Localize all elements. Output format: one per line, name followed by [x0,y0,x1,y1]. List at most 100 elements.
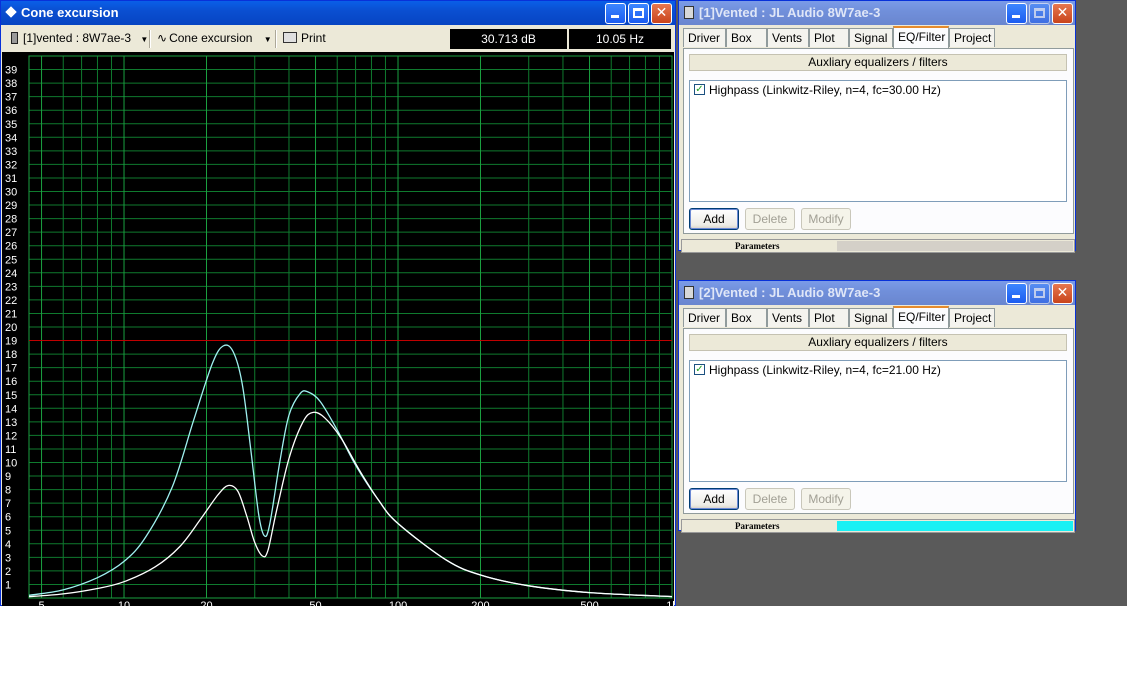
x-tick-label: 100 [389,600,407,606]
close-button[interactable]: ✕ [651,3,672,24]
y-tick-label: 30 [5,187,17,199]
y-tick-label: 16 [5,376,17,388]
minimize-button[interactable] [605,3,626,24]
parameters-progress [837,241,1073,251]
aux-filters-header: Auxliary equalizers / filters [689,334,1067,351]
modify-button: Modify [801,208,851,230]
close-icon: ✕ [1056,285,1069,301]
document-icon [684,6,694,19]
filter-item-label: Highpass (Linkwitz-Riley, n=4, fc=30.00 … [709,83,941,97]
y-tick-label: 26 [5,241,17,253]
plot-type-selector[interactable]: ∿ Cone excursion ▼ [157,31,272,45]
tab-driver[interactable]: Driver [683,308,726,327]
filter-enabled-checkbox[interactable]: ✓ [694,84,705,95]
x-tick-labels: 5 10 20 50 100 200 500 1k [38,600,674,606]
y-tick-label: 23 [5,281,17,293]
maximize-button [1029,283,1050,304]
eq-filter-panel: Auxliary equalizers / filters ✓ Highpass… [683,328,1074,514]
maximize-icon [1034,8,1045,18]
list-item[interactable]: ✓ Highpass (Linkwitz-Riley, n=4, fc=30.0… [690,81,1066,98]
filter-window-2-title-bar[interactable]: [2]Vented : JL Audio 8W7ae-3 ✕ [679,281,1075,305]
y-tick-label: 9 [5,471,11,483]
tab-box[interactable]: Box [726,308,767,327]
cone-excursion-chart[interactable]: 1 2 3 4 5 6 7 8 9 10 11 12 13 14 15 16 17 18 19 20 21 22 23 24 2… [2,52,674,606]
y-tick-label: 17 [5,363,17,375]
x-tick-label: 10 [118,600,130,606]
tab-signal[interactable]: Signal [849,308,893,327]
cone-excursion-window: Cone excursion ✕ [1]vented : 8W7ae-3 ▼ ∿… [0,0,676,606]
y-tick-label: 37 [5,92,17,104]
x-tick-label: 200 [471,600,489,606]
parameters-bar: Parameters [681,239,1075,253]
close-icon: ✕ [1056,5,1069,21]
y-tick-label: 34 [5,132,17,144]
tab-project[interactable]: Project [949,308,995,327]
document-icon [11,32,18,44]
document-icon [684,286,694,299]
excursion-curve-2 [28,411,673,598]
db-readout: 30.713 dB [450,29,567,49]
x-tick-label: 1k [666,600,674,606]
y-tick-label: 28 [5,214,17,226]
tab-box[interactable]: Box [726,28,767,47]
list-item[interactable]: ✓ Highpass (Linkwitz-Riley, n=4, fc=21.0… [690,361,1066,378]
filter-window-1-title-bar[interactable]: [1]Vented : JL Audio 8W7ae-3 ✕ [679,1,1075,25]
minimize-button[interactable] [1006,3,1027,24]
chart-svg: 1234567891011121314151617181920212223242… [5,55,674,606]
filter-window-2: [2]Vented : JL Audio 8W7ae-3 ✕ Driver Bo… [678,280,1076,533]
project-selector[interactable]: [1]vented : 8W7ae-3 ▼ [11,31,148,45]
filter-enabled-checkbox[interactable]: ✓ [694,364,705,375]
y-tick-label: 6 [5,512,11,524]
hz-readout: 10.05 Hz [569,29,671,49]
filter-window-1-title: [1]Vented : JL Audio 8W7ae-3 [699,5,881,20]
y-tick-label: 1 [5,579,11,591]
toolbar-separator [149,30,151,48]
y-tick-label: 7 [5,498,11,510]
x-tick-label: 50 [309,600,321,606]
y-tick-label: 4 [5,539,11,551]
tab-project[interactable]: Project [949,28,995,47]
tab-eq-filter[interactable]: EQ/Filter [893,26,949,48]
tab-driver[interactable]: Driver [683,28,726,47]
x-tick-label: 500 [580,600,598,606]
tab-vents[interactable]: Vents [767,308,809,327]
excursion-curve-1 [28,344,673,598]
plot-toolbar: [1]vented : 8W7ae-3 ▼ ∿ Cone excursion ▼ … [3,27,673,51]
excursion-curves [28,344,673,598]
y-tick-label: 20 [5,322,17,334]
close-button[interactable]: ✕ [1052,283,1073,304]
y-tick-label: 22 [5,295,17,307]
printer-icon [283,32,297,43]
filter-item-label: Highpass (Linkwitz-Riley, n=4, fc=21.00 … [709,363,941,377]
y-tick-label: 12 [5,430,17,442]
y-tick-label: 33 [5,146,17,158]
tab-plot[interactable]: Plot [809,308,849,327]
main-title-bar[interactable]: Cone excursion ✕ [1,1,675,25]
tab-signal[interactable]: Signal [849,28,893,47]
filter-list[interactable]: ✓ Highpass (Linkwitz-Riley, n=4, fc=21.0… [689,360,1067,482]
y-tick-label: 18 [5,349,17,361]
y-tick-label: 10 [5,458,17,470]
tab-eq-filter[interactable]: EQ/Filter [893,306,949,328]
y-tick-label: 2 [5,566,11,578]
maximize-button[interactable] [628,3,649,24]
parameters-bar: Parameters [681,519,1075,533]
parameters-label: Parameters [735,521,780,531]
add-button[interactable]: Add [689,208,739,230]
close-button[interactable]: ✕ [1052,3,1073,24]
print-button[interactable]: Print [283,31,326,45]
window-title: Cone excursion [21,5,119,20]
tab-vents[interactable]: Vents [767,28,809,47]
minimize-button[interactable] [1006,283,1027,304]
y-tick-label: 38 [5,78,17,90]
tab-plot[interactable]: Plot [809,28,849,47]
close-icon: ✕ [655,5,668,21]
parameters-label: Parameters [735,241,780,251]
filter-list[interactable]: ✓ Highpass (Linkwitz-Riley, n=4, fc=30.0… [689,80,1067,202]
y-tick-label: 32 [5,159,17,171]
y-tick-label: 19 [5,336,17,348]
y-tick-labels: 1234567891011121314151617181920212223242… [5,65,17,592]
add-button[interactable]: Add [689,488,739,510]
wave-icon: ∿ [157,31,168,45]
x-tick-label: 5 [38,600,44,606]
